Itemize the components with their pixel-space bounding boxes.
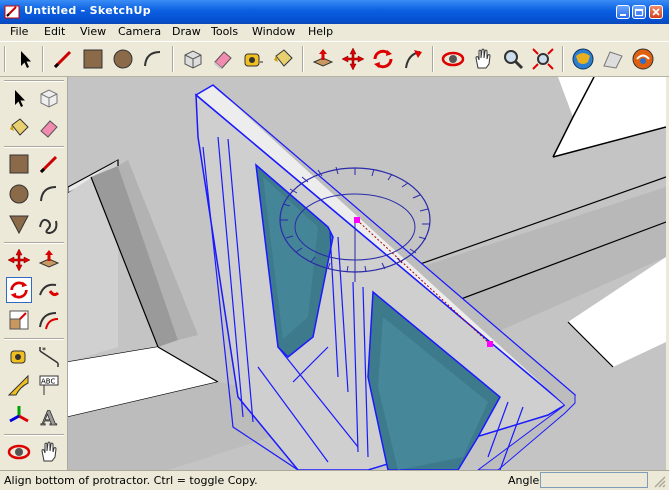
resize-grip-icon[interactable] [651,473,667,489]
rotation-center-point [354,217,360,223]
tape-measure-icon[interactable] [240,46,266,72]
freehand-icon[interactable] [36,211,62,237]
follow-me-icon[interactable] [36,277,62,303]
zoom-icon[interactable] [500,46,526,72]
rectangle-icon[interactable] [80,46,106,72]
status-bar: Align bottom of protractor. Ctrl = toggl… [0,470,669,490]
axes-icon[interactable] [6,403,32,429]
move-icon[interactable] [340,46,366,72]
menu-bar: File Edit View Camera Draw Tools Window … [0,24,669,41]
move-icon[interactable] [6,247,32,273]
select-icon[interactable] [12,46,38,72]
menu-file[interactable]: File [10,25,28,38]
paint-bucket-icon[interactable] [270,46,296,72]
push-pull-icon[interactable] [310,46,336,72]
push-pull-icon[interactable] [36,247,62,273]
toolbar-grip[interactable] [4,46,6,72]
toolbar-separator [562,46,564,72]
toolbar-separator [4,338,64,340]
scale-icon[interactable] [6,307,32,333]
minimize-button[interactable] [616,5,630,19]
svg-text:*: * [42,346,46,355]
toolbar-separator [4,242,64,244]
toolbar-separator [172,46,174,72]
line-icon[interactable] [36,151,62,177]
next-view-icon[interactable] [630,46,656,72]
svg-text:A: A [40,406,57,429]
orbit-icon[interactable] [440,46,466,72]
menu-help[interactable]: Help [308,25,333,38]
measurements-input[interactable] [540,472,648,488]
3d-text-icon[interactable]: A [36,403,62,429]
previous-view-icon[interactable] [600,46,626,72]
arc-icon[interactable] [140,46,166,72]
circle-icon[interactable] [6,181,32,207]
text-icon[interactable]: ABC [36,373,62,399]
make-component-icon[interactable] [36,85,62,111]
protractor-icon[interactable] [6,373,32,399]
restore-icon [634,8,644,17]
window-title: Untitled - SketchUp [24,4,151,17]
measurements-label: Angle [508,474,540,487]
rotate-icon[interactable] [370,46,396,72]
toolbar-separator [42,46,44,72]
eraser-icon[interactable] [210,46,236,72]
maximize-button[interactable] [632,5,646,19]
toolbar-separator [4,146,64,148]
tape-measure-icon[interactable] [6,343,32,369]
menu-window[interactable]: Window [252,25,295,38]
main-toolbar [0,41,669,77]
follow-me-icon[interactable] [400,46,426,72]
rotate-icon[interactable] [6,277,32,303]
pan-icon[interactable] [470,46,496,72]
offset-icon[interactable] [36,307,62,333]
rectangle-icon[interactable] [6,151,32,177]
menu-edit[interactable]: Edit [44,25,65,38]
menu-draw[interactable]: Draw [172,25,201,38]
toolbar-separator [4,434,64,436]
dimension-icon[interactable]: * [36,343,62,369]
zoom-extents-icon[interactable] [530,46,556,72]
make-component-icon[interactable] [180,46,206,72]
arc-icon[interactable] [36,181,62,207]
eraser-icon[interactable] [36,115,62,141]
circle-icon[interactable] [110,46,136,72]
get-models-icon[interactable] [570,46,596,72]
toolbar-grip[interactable] [4,80,64,82]
svg-text:ABC: ABC [41,378,55,386]
menu-view[interactable]: View [80,25,106,38]
toolbar-separator [302,46,304,72]
model-scene [68,77,666,470]
close-icon [652,8,660,16]
orbit-icon[interactable] [6,439,32,465]
close-button[interactable] [649,5,663,19]
minimize-icon [620,14,626,16]
left-toolbar: * ABC A [0,77,68,470]
toolbar-separator [432,46,434,72]
line-icon[interactable] [50,46,76,72]
sketchup-app-icon[interactable] [4,4,20,20]
paint-bucket-icon[interactable] [6,115,32,141]
status-message: Align bottom of protractor. Ctrl = toggl… [4,474,258,487]
rotation-reference-point [487,341,493,347]
title-bar: Untitled - SketchUp [0,0,669,24]
polygon-icon[interactable] [6,211,32,237]
drawing-viewport[interactable] [68,77,666,470]
menu-tools[interactable]: Tools [211,25,238,38]
menu-camera[interactable]: Camera [118,25,161,38]
select-icon[interactable] [6,85,32,111]
pan-icon[interactable] [36,439,62,465]
